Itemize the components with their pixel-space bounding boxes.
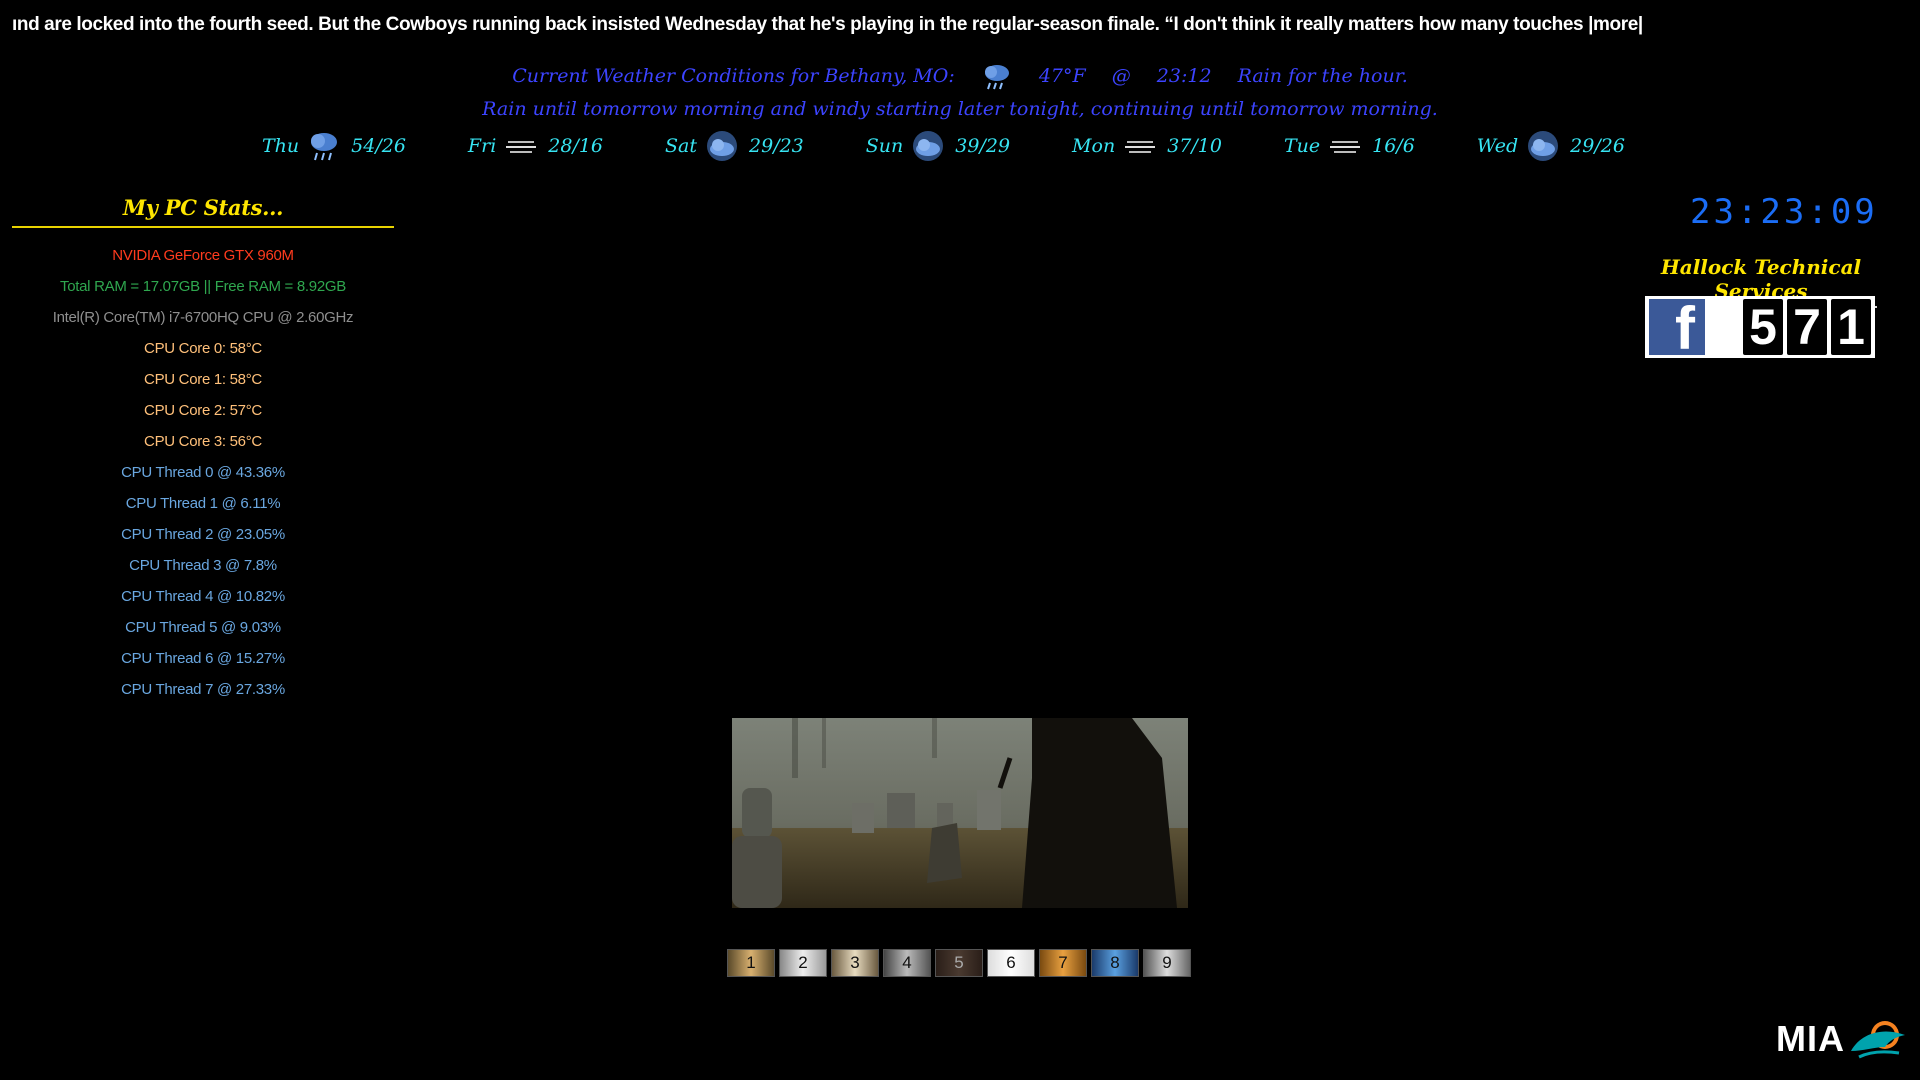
wind-icon [1125,141,1156,153]
forecast-temps: 37/10 [1167,135,1222,157]
cpu-thread-usage: CPU Thread 5 @ 9.03% [125,619,281,636]
dolphin-logo-icon [1851,1021,1905,1059]
forecast-day-mon: Mon 37/10 [1072,129,1222,163]
cpu-thread-usage: CPU Thread 3 @ 7.8% [129,557,277,574]
thumbnail-6[interactable]: 6 [987,949,1035,977]
forecast-temps: 16/6 [1372,135,1415,157]
rain-cloud-icon [311,133,338,161]
forecast-day-name: Sun [865,135,904,157]
team-badge: MIA [1776,1013,1913,1065]
cloud-icon [1528,131,1559,161]
forecast-temps: 29/23 [749,135,804,157]
forecast-day-name: Sat [665,135,698,157]
video-slideshow[interactable] [732,718,1188,908]
cpu-name: Intel(R) Core(TM) i7-6700HQ CPU @ 2.60GH… [52,309,354,326]
cpu-core-temp: CPU Core 2: 57°C [144,402,262,419]
thumbnail-5[interactable]: 5 [935,949,983,977]
thumbnail-4[interactable]: 4 [883,949,931,977]
cpu-thread-usage: CPU Thread 6 @ 15.27% [121,650,285,667]
like-count-digit: 5 [1743,299,1783,355]
cloud-icon [707,131,738,161]
forecast-day-wed: Wed 29/26 [1477,129,1625,163]
cpu-core-temp: CPU Core 1: 58°C [144,371,262,388]
cpu-thread-usage: CPU Thread 1 @ 6.11% [125,495,281,512]
thumbnail-1[interactable]: 1 [727,949,775,977]
cpu-thread-usage: CPU Thread 7 @ 27.33% [121,681,285,698]
thumbnail-8[interactable]: 8 [1091,949,1139,977]
news-ticker[interactable]: ınd are locked into the fourth seed. But… [12,14,1912,36]
facebook-icon[interactable]: f [1649,299,1705,359]
forecast-day-fri: Fri 28/16 [468,129,603,163]
forecast-temps: 29/26 [1570,135,1625,157]
forecast-day-name: Wed [1476,135,1519,157]
thumbnail-7[interactable]: 7 [1039,949,1087,977]
forecast-day-name: Fri [467,135,497,157]
day-summary: Rain until tomorrow morning and windy st… [482,98,1438,120]
pc-stats-panel: My PC Stats... NVIDIA GeForce GTX 960M T… [12,195,394,705]
team-abbreviation: MIA [1776,1018,1845,1059]
hour-summary: Rain for the hour. [1237,65,1408,87]
forecast-day-name: Thu [262,135,300,157]
thumbnail-3[interactable]: 3 [831,949,879,977]
forecast-strip: Thu 54/26 Fri 28/16 Sat 29/23 Sun 39/29 … [262,128,1687,164]
cpu-thread-usage: CPU Thread 4 @ 10.82% [121,588,285,605]
thumbnail-2[interactable]: 2 [779,949,827,977]
forecast-temps: 54/26 [351,135,406,157]
forecast-day-sat: Sat 29/23 [665,129,804,163]
like-count-digit: 7 [1787,299,1827,355]
wind-icon [506,141,537,153]
forecast-day-name: Mon [1072,135,1116,157]
forecast-temps: 28/16 [548,135,604,157]
cloud-icon [913,131,944,161]
ram-info: Total RAM = 17.07GB || Free RAM = 8.92GB [60,278,346,295]
forecast-day-name: Tue [1283,135,1321,157]
forecast-day-sun: Sun 39/29 [866,129,1010,163]
forecast-temps: 39/29 [955,135,1011,157]
wind-icon [1330,141,1361,153]
cpu-core-temp: CPU Core 0: 58°C [144,340,262,357]
weather-conditions-label: Current Weather Conditions for Bethany, … [512,65,955,87]
like-count: 5 7 1 [1739,299,1871,355]
slideshow-thumbnails: 1 2 3 4 5 6 7 8 9 [727,949,1195,977]
cpu-thread-usage: CPU Thread 0 @ 43.36% [121,464,285,481]
pc-stats-title: My PC Stats... [12,195,394,228]
like-count-digit: 1 [1831,299,1871,355]
current-weather-line: Current Weather Conditions for Bethany, … [0,62,1920,92]
rain-cloud-icon [981,65,1019,90]
digital-clock: 23:23:09 [1690,192,1878,232]
cpu-core-temp: CPU Core 3: 56°C [144,433,262,450]
at-symbol: @ [1111,65,1131,87]
graveyard-video-frame [732,718,1188,908]
observation-time: 23:12 [1156,65,1212,87]
cpu-thread-usage: CPU Thread 2 @ 23.05% [121,526,285,543]
facebook-like-counter[interactable]: f 5 7 1 [1645,296,1875,359]
forecast-day-thu: Thu 54/26 [262,129,406,163]
thumbnail-9[interactable]: 9 [1143,949,1191,977]
current-temperature: 47°F [1038,65,1086,87]
forecast-day-tue: Tue 16/6 [1284,129,1415,163]
gpu-name: NVIDIA GeForce GTX 960M [112,247,294,264]
